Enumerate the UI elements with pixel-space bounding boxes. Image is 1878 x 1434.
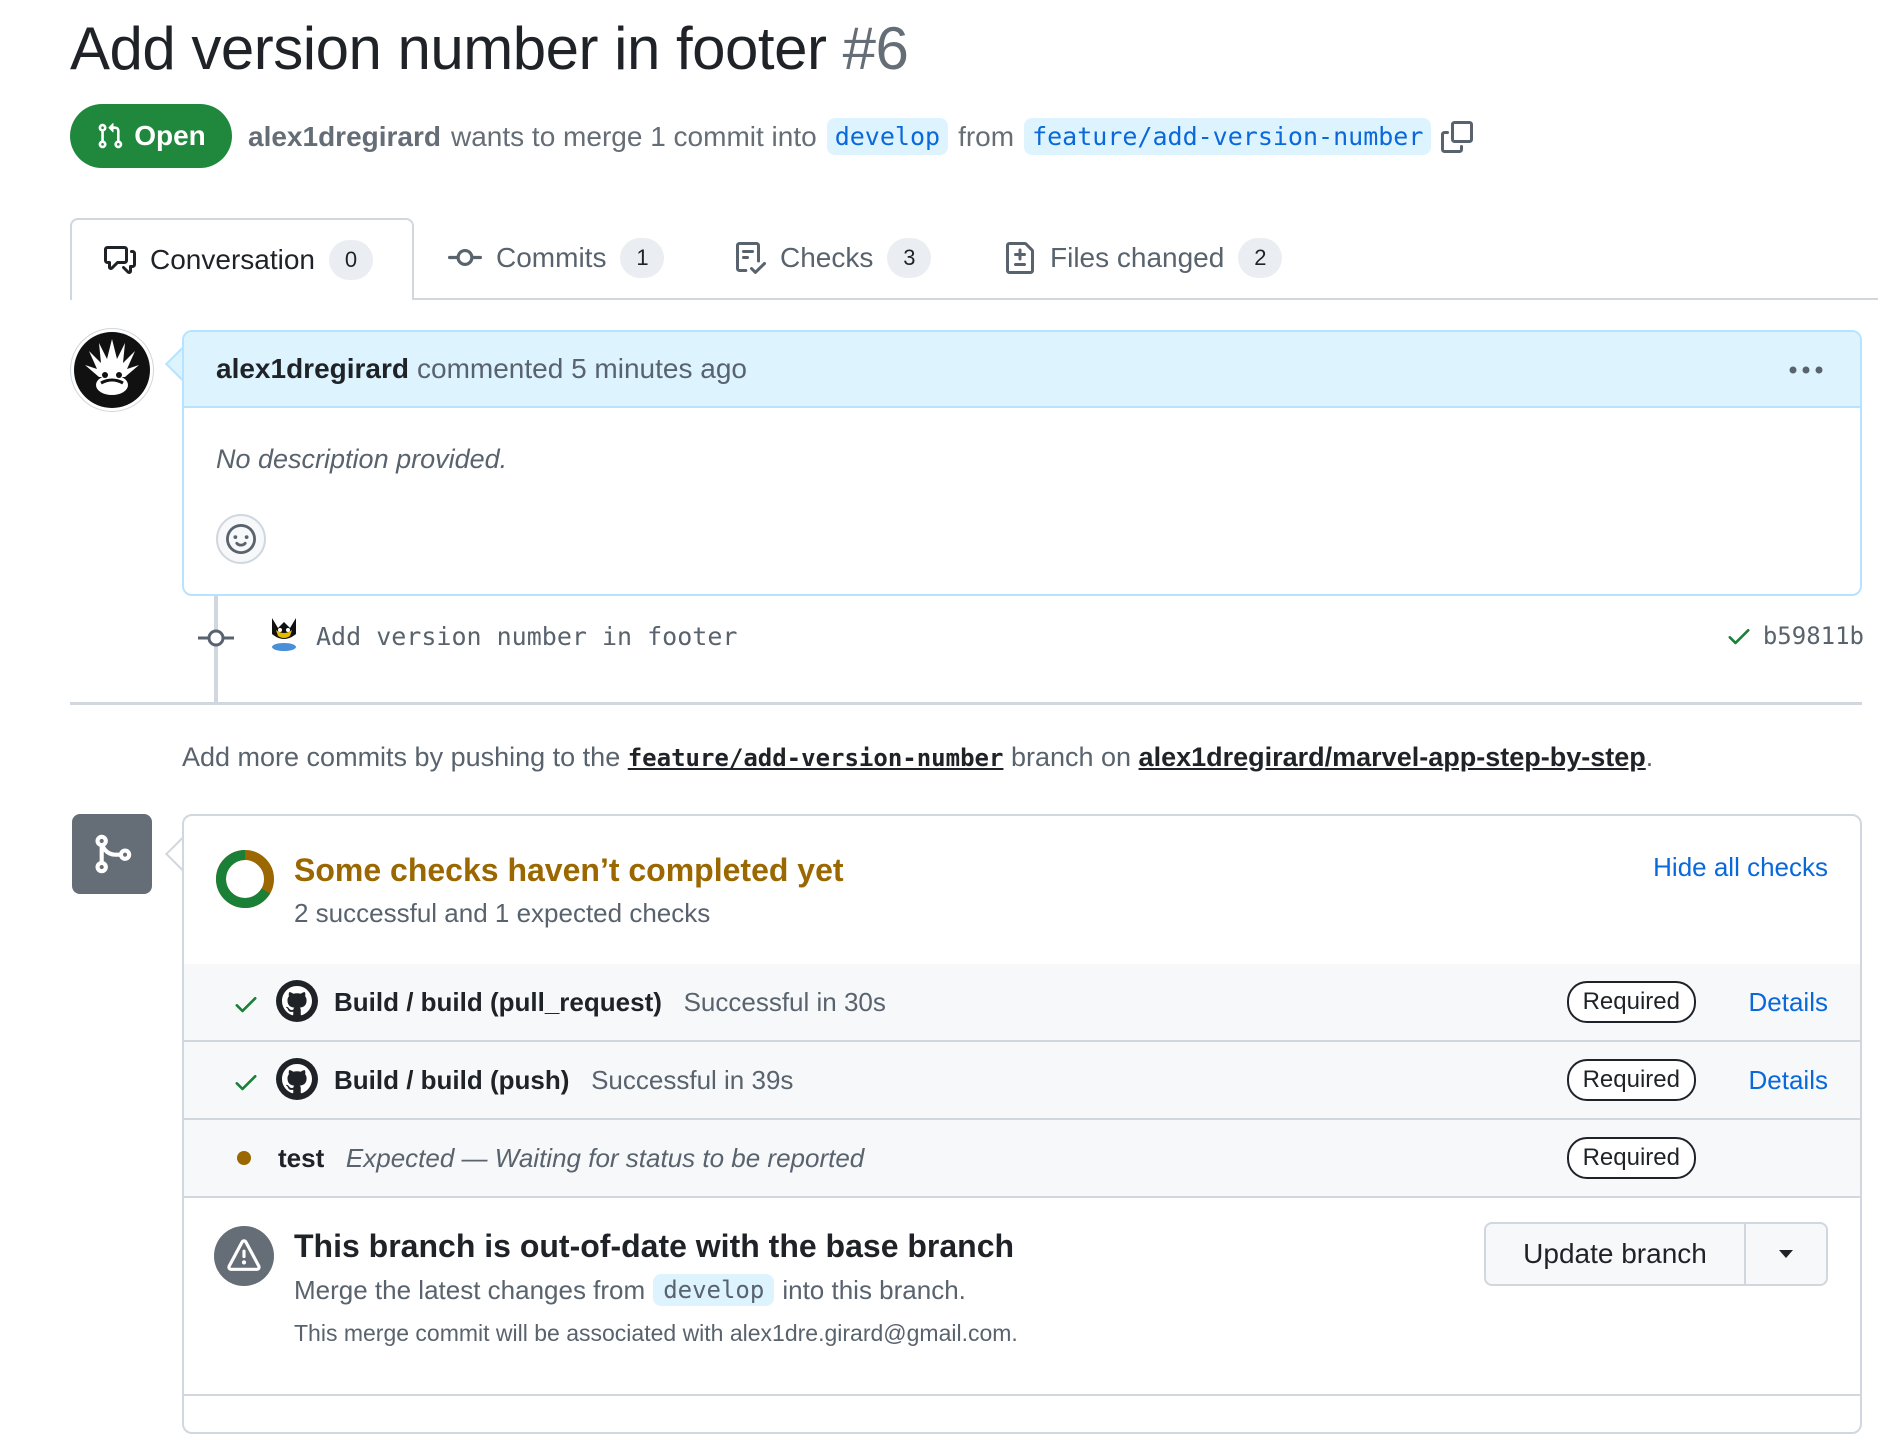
smiley-icon [226, 524, 256, 554]
git-commit-icon [198, 626, 234, 655]
check-row: Build / build (pull_request) Successful … [184, 964, 1860, 1042]
check-name-text: test [278, 1142, 325, 1173]
branch-outdated-section: This branch is out-of-date with the base… [184, 1194, 1860, 1394]
check-description: Expected — Waiting for status to be repo… [345, 1142, 865, 1173]
required-badge: Required [1566, 981, 1696, 1023]
pr-title: Add version number in footer [70, 15, 827, 82]
check-row: test Expected — Waiting for status to be… [184, 1120, 1860, 1198]
merge-box: Some checks haven’t completed yet 2 succ… [182, 814, 1862, 1434]
comment-header: alex1dregirard commented 5 minutes ago [184, 332, 1860, 408]
copy-icon[interactable] [1441, 120, 1474, 153]
check-icon [235, 1075, 257, 1091]
details-link[interactable]: Details [1749, 987, 1828, 1018]
commit-sha-link[interactable]: b59811b [1763, 622, 1864, 650]
comment-author-link[interactable]: alex1dregirard [216, 353, 409, 385]
from-text: from [958, 120, 1015, 152]
details-link[interactable]: Details [1749, 1065, 1828, 1096]
merge-commit-note: This merge commit will be associated wit… [294, 1320, 1018, 1346]
pull-request-icon [98, 123, 123, 149]
tab-checks-label: Checks [780, 242, 874, 273]
checks-progress-ring [216, 850, 274, 908]
tab-files-changed-count: 2 [1238, 238, 1283, 278]
push-hint-middle: branch on [1010, 742, 1132, 772]
check-row: Build / build (push) Successful in 39s R… [184, 1042, 1860, 1120]
comment-meta: commented 5 minutes ago [417, 353, 747, 384]
merge-status-icon-box [72, 814, 152, 894]
check-name: Build / build (push) Successful in 39s [334, 1065, 793, 1096]
tab-commits-count: 1 [620, 238, 665, 278]
merge-box-divider [184, 1394, 1860, 1396]
checks-summary: Some checks haven’t completed yet 2 succ… [184, 816, 1860, 966]
commit-sha-group: b59811b [1725, 622, 1864, 650]
author-avatar[interactable] [70, 328, 154, 412]
tab-commits[interactable]: Commits 1 [448, 218, 665, 298]
push-hint-branch[interactable]: feature/add-version-number [628, 744, 1004, 772]
required-badge: Required [1566, 1059, 1696, 1101]
github-actions-icon [276, 1058, 318, 1100]
check-icon[interactable] [1725, 622, 1753, 650]
tab-commits-label: Commits [496, 242, 607, 273]
tab-conversation-label: Conversation [150, 244, 315, 275]
check-icon [235, 997, 257, 1013]
update-branch-button[interactable]: Update branch [1486, 1224, 1746, 1284]
timeline-divider [70, 702, 1862, 705]
push-hint-prefix: Add more commits by pushing to the [182, 742, 621, 772]
check-description: Successful in 39s [591, 1064, 794, 1095]
kebab-horizontal-icon[interactable] [1788, 356, 1824, 376]
page-title: Add version number in footer #6 [70, 14, 909, 83]
push-hint-repo-link[interactable]: alex1dregirard/marvel-app-step-by-step [1139, 742, 1646, 772]
tab-files-changed[interactable]: Files changed 2 [1004, 218, 1283, 298]
status-label: Open [134, 120, 206, 151]
base-branch-link[interactable]: develop [826, 118, 949, 155]
check-description: Successful in 30s [683, 986, 886, 1017]
merge-text: wants to merge 1 commit into [451, 120, 817, 152]
add-reaction-button[interactable] [216, 514, 266, 564]
outdated-sub-prefix: Merge the latest changes from [294, 1274, 646, 1305]
git-commit-icon [448, 248, 482, 266]
checks-subtitle: 2 successful and 1 expected checks [294, 898, 711, 928]
checklist-icon [736, 242, 766, 274]
push-hint-suffix: . [1645, 742, 1654, 772]
status-badge: Open [70, 104, 232, 168]
git-merge-icon [95, 834, 132, 874]
tab-checks[interactable]: Checks 3 [734, 218, 932, 298]
pending-dot-icon [237, 1151, 251, 1165]
merge-summary: alex1dregirard wants to merge 1 commit i… [248, 118, 1474, 155]
file-diff-icon [1006, 242, 1034, 274]
avatar-image [272, 618, 296, 651]
update-branch-dropdown[interactable] [1746, 1224, 1826, 1284]
pr-number: #6 [842, 15, 909, 82]
pr-author-link[interactable]: alex1dregirard [248, 121, 441, 153]
outdated-subtitle: Merge the latest changes from develop in… [294, 1274, 966, 1306]
pr-tabs: Conversation 0 Commits 1 Checks 3 Files … [70, 218, 1878, 300]
check-name-text: Build / build (push) [334, 1064, 570, 1095]
update-branch-button-group: Update branch [1484, 1222, 1828, 1286]
tab-conversation-count: 0 [328, 240, 373, 280]
tab-checks-count: 3 [887, 238, 932, 278]
push-hint: Add more commits by pushing to the featu… [182, 742, 1653, 773]
outdated-sub-suffix: into this branch. [782, 1274, 966, 1305]
alert-icon [214, 1226, 274, 1286]
avatar-image [74, 332, 150, 408]
tab-conversation[interactable]: Conversation 0 [70, 218, 414, 300]
base-branch-chip[interactable]: develop [653, 1274, 775, 1306]
comment-discussion-icon [104, 246, 136, 274]
checks-title: Some checks haven’t completed yet [294, 852, 844, 888]
check-name: test Expected — Waiting for status to be… [278, 1143, 864, 1174]
tab-files-changed-label: Files changed [1050, 242, 1225, 273]
check-name: Build / build (pull_request) Successful … [334, 987, 886, 1018]
required-badge: Required [1566, 1137, 1696, 1179]
check-name-text: Build / build (pull_request) [334, 986, 662, 1017]
commit-author-avatar[interactable] [268, 616, 300, 652]
outdated-title: This branch is out-of-date with the base… [294, 1228, 1015, 1264]
head-branch-link[interactable]: feature/add-version-number [1024, 118, 1432, 155]
commit-message-link[interactable]: Add version number in footer [316, 622, 737, 651]
triangle-down-icon [1779, 1250, 1793, 1258]
github-actions-icon [276, 980, 318, 1022]
hide-all-checks-button[interactable]: Hide all checks [1653, 852, 1828, 883]
comment-body: No description provided. [216, 444, 508, 474]
comment-card: alex1dregirard commented 5 minutes ago N… [182, 330, 1862, 596]
